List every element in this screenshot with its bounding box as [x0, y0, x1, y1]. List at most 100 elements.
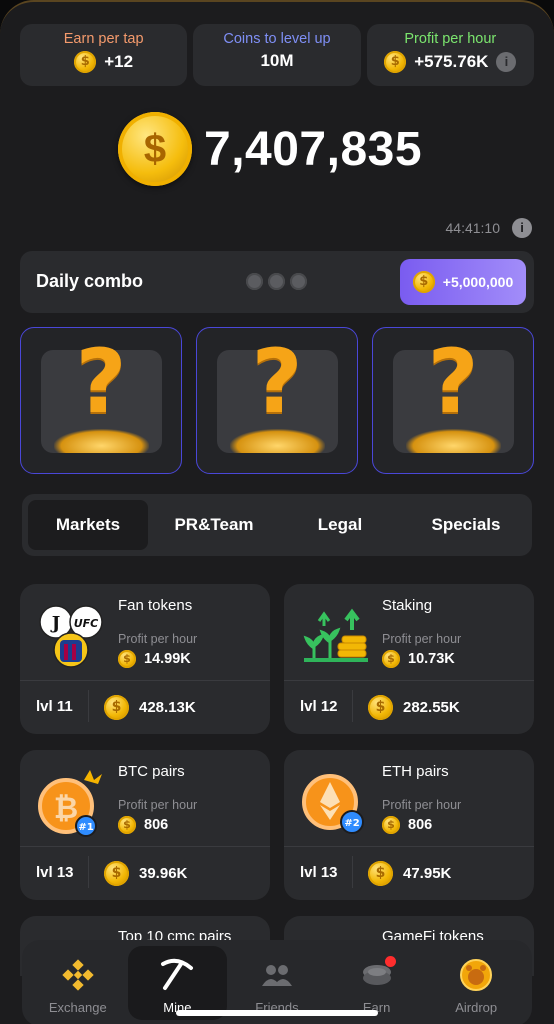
card-cost: 282.55K	[403, 699, 460, 716]
card-cost: 47.95K	[403, 865, 452, 882]
stat-label: Profit per hour	[404, 31, 497, 47]
coin-icon: $	[118, 816, 136, 834]
coin-pile-icon	[406, 429, 501, 453]
app-frame: Earn per tap $ +12 Coins to level up 10M …	[0, 0, 554, 1024]
question-mark-icon: ?	[75, 330, 127, 433]
nav-earn[interactable]: Earn	[327, 946, 427, 1020]
combo-dot	[246, 273, 263, 290]
friends-icon	[261, 965, 292, 986]
coin-icon: $	[384, 51, 407, 73]
coin-icon: $	[382, 650, 400, 668]
svg-text:UFC: UFC	[74, 617, 99, 630]
home-indicator	[176, 1010, 378, 1016]
card-name: Staking	[382, 597, 433, 614]
coin-icon: $	[74, 51, 97, 73]
combo-reward-button[interactable]: $ +5,000,000	[400, 259, 526, 305]
tab-specials[interactable]: Specials	[406, 500, 526, 550]
staking-icon	[303, 608, 368, 662]
card-level: lvl 12	[300, 698, 338, 715]
tab-legal[interactable]: Legal	[280, 500, 400, 550]
stat-label: Earn per tap	[63, 31, 144, 47]
divider	[284, 680, 534, 681]
upgrade-card-staking[interactable]: Staking Profit per hour $10.73K lvl 12 $…	[284, 584, 534, 734]
upgrade-card-fan-tokens[interactable]: J UFC Fan tokens Profit per hour $14.99K…	[20, 584, 270, 734]
coin-icon: $	[104, 861, 129, 886]
stat-earn-per-tap[interactable]: Earn per tap $ +12	[20, 24, 188, 86]
pickaxe-icon	[161, 958, 194, 990]
card-name: ETH pairs	[382, 763, 449, 780]
combo-card-hidden[interactable]: ?	[372, 327, 534, 474]
coin-icon: $	[118, 650, 136, 668]
svg-text:₿: ₿	[54, 791, 78, 826]
combo-cards: ? ? ?	[20, 327, 534, 474]
profit-label: Profit per hour	[118, 798, 198, 812]
profit-label: Profit per hour	[382, 798, 462, 812]
coin-icon: $	[382, 816, 400, 834]
upgrade-card-eth-pairs[interactable]: #2 ETH pairs Profit per hour $806 lvl 13…	[284, 750, 534, 900]
coin-icon: $	[412, 271, 435, 293]
info-icon[interactable]: i	[512, 218, 532, 238]
coin-pile-icon	[230, 429, 325, 453]
stat-value: +575.76K	[414, 52, 489, 71]
combo-dot	[290, 273, 307, 290]
nav-airdrop[interactable]: Airdrop	[426, 946, 526, 1020]
stat-coins-to-level-up[interactable]: Coins to level up 10M	[193, 24, 361, 86]
upgrade-card-btc-pairs[interactable]: ₿ #1 BTC pairs Profit per hour $806 lvl …	[20, 750, 270, 900]
coin-icon: $	[368, 861, 393, 886]
svg-text:J: J	[50, 613, 61, 634]
info-icon[interactable]: i	[496, 52, 517, 72]
profit-value: 806	[144, 817, 169, 833]
stats-row: Earn per tap $ +12 Coins to level up 10M …	[20, 24, 534, 86]
profit-label: Profit per hour	[118, 632, 198, 646]
fan-tokens-icon: J UFC	[39, 605, 103, 668]
divider	[88, 856, 89, 888]
nav-label: Airdrop	[455, 1000, 498, 1015]
question-mark-icon: ?	[427, 330, 479, 433]
hamster-coin-icon	[460, 959, 493, 991]
daily-combo-bar: Daily combo $ +5,000,000	[20, 251, 534, 313]
daily-combo-title: Daily combo	[36, 271, 144, 291]
tab-pr-team[interactable]: PR&Team	[154, 500, 274, 550]
timer-text: 44:41:10	[445, 220, 501, 236]
combo-card-hidden[interactable]: ?	[196, 327, 358, 474]
stat-value: 10M	[260, 51, 294, 70]
card-level: lvl 13	[36, 864, 74, 881]
balance: $ 7,407,835	[118, 112, 422, 186]
stat-value: +12	[104, 52, 134, 71]
combo-reward-value: +5,000,000	[442, 274, 514, 290]
question-mark-icon: ?	[251, 330, 303, 433]
nav-friends[interactable]: Friends	[227, 946, 327, 1020]
card-cost: 39.96K	[139, 865, 188, 882]
binance-icon	[62, 959, 94, 991]
profit-value: 806	[408, 817, 433, 833]
coin-icon: $	[368, 695, 393, 720]
svg-text:#2: #2	[344, 818, 359, 829]
divider	[88, 690, 89, 722]
card-name: Fan tokens	[118, 597, 193, 614]
stat-profit-per-hour[interactable]: Profit per hour $ +575.76K i	[366, 24, 534, 86]
coin-icon: $	[104, 695, 129, 720]
nav-label: Exchange	[48, 1000, 107, 1015]
profit-value: 10.73K	[408, 651, 455, 667]
ethereum-icon: #2	[302, 774, 364, 834]
nav-exchange[interactable]: Exchange	[28, 946, 128, 1020]
combo-timer: 44:41:10 i	[445, 218, 532, 238]
divider	[284, 846, 534, 847]
combo-progress-dots	[246, 273, 307, 290]
card-level: lvl 11	[36, 698, 73, 715]
combo-card-hidden[interactable]: ?	[20, 327, 182, 474]
profit-label: Profit per hour	[382, 632, 462, 646]
nav-mine[interactable]: Mine	[127, 946, 228, 1020]
coin-pile-icon	[54, 429, 149, 453]
tab-markets[interactable]: Markets	[28, 500, 148, 550]
divider	[20, 680, 270, 681]
divider	[20, 846, 270, 847]
divider	[352, 856, 353, 888]
divider	[352, 690, 353, 722]
card-level: lvl 13	[300, 864, 338, 881]
card-name: BTC pairs	[118, 763, 185, 780]
category-tabs: Markets PR&Team Legal Specials	[22, 494, 532, 556]
notification-badge	[385, 956, 397, 967]
card-cost: 428.13K	[139, 699, 196, 716]
bitcoin-icon: ₿ #1	[38, 770, 102, 837]
